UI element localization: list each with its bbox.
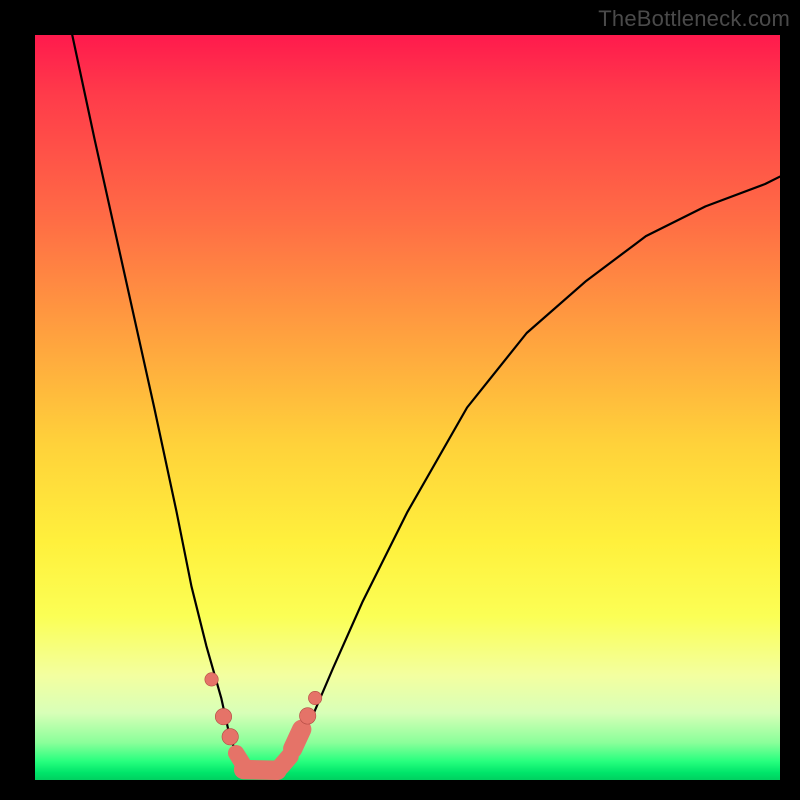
watermark-text: TheBottleneck.com	[598, 6, 790, 32]
bottleneck-curve	[72, 35, 780, 772]
marker-pill	[244, 770, 278, 771]
marker-dot	[308, 691, 321, 704]
marker-dot	[205, 673, 218, 686]
plot-area	[35, 35, 780, 780]
marker-pill	[293, 729, 302, 748]
marker-dot	[299, 708, 315, 724]
marker-pill	[281, 756, 290, 766]
marker-dot	[222, 729, 238, 745]
curve-svg	[35, 35, 780, 780]
chart-frame: TheBottleneck.com	[0, 0, 800, 800]
curve-markers	[205, 673, 322, 771]
marker-dot	[215, 708, 231, 724]
